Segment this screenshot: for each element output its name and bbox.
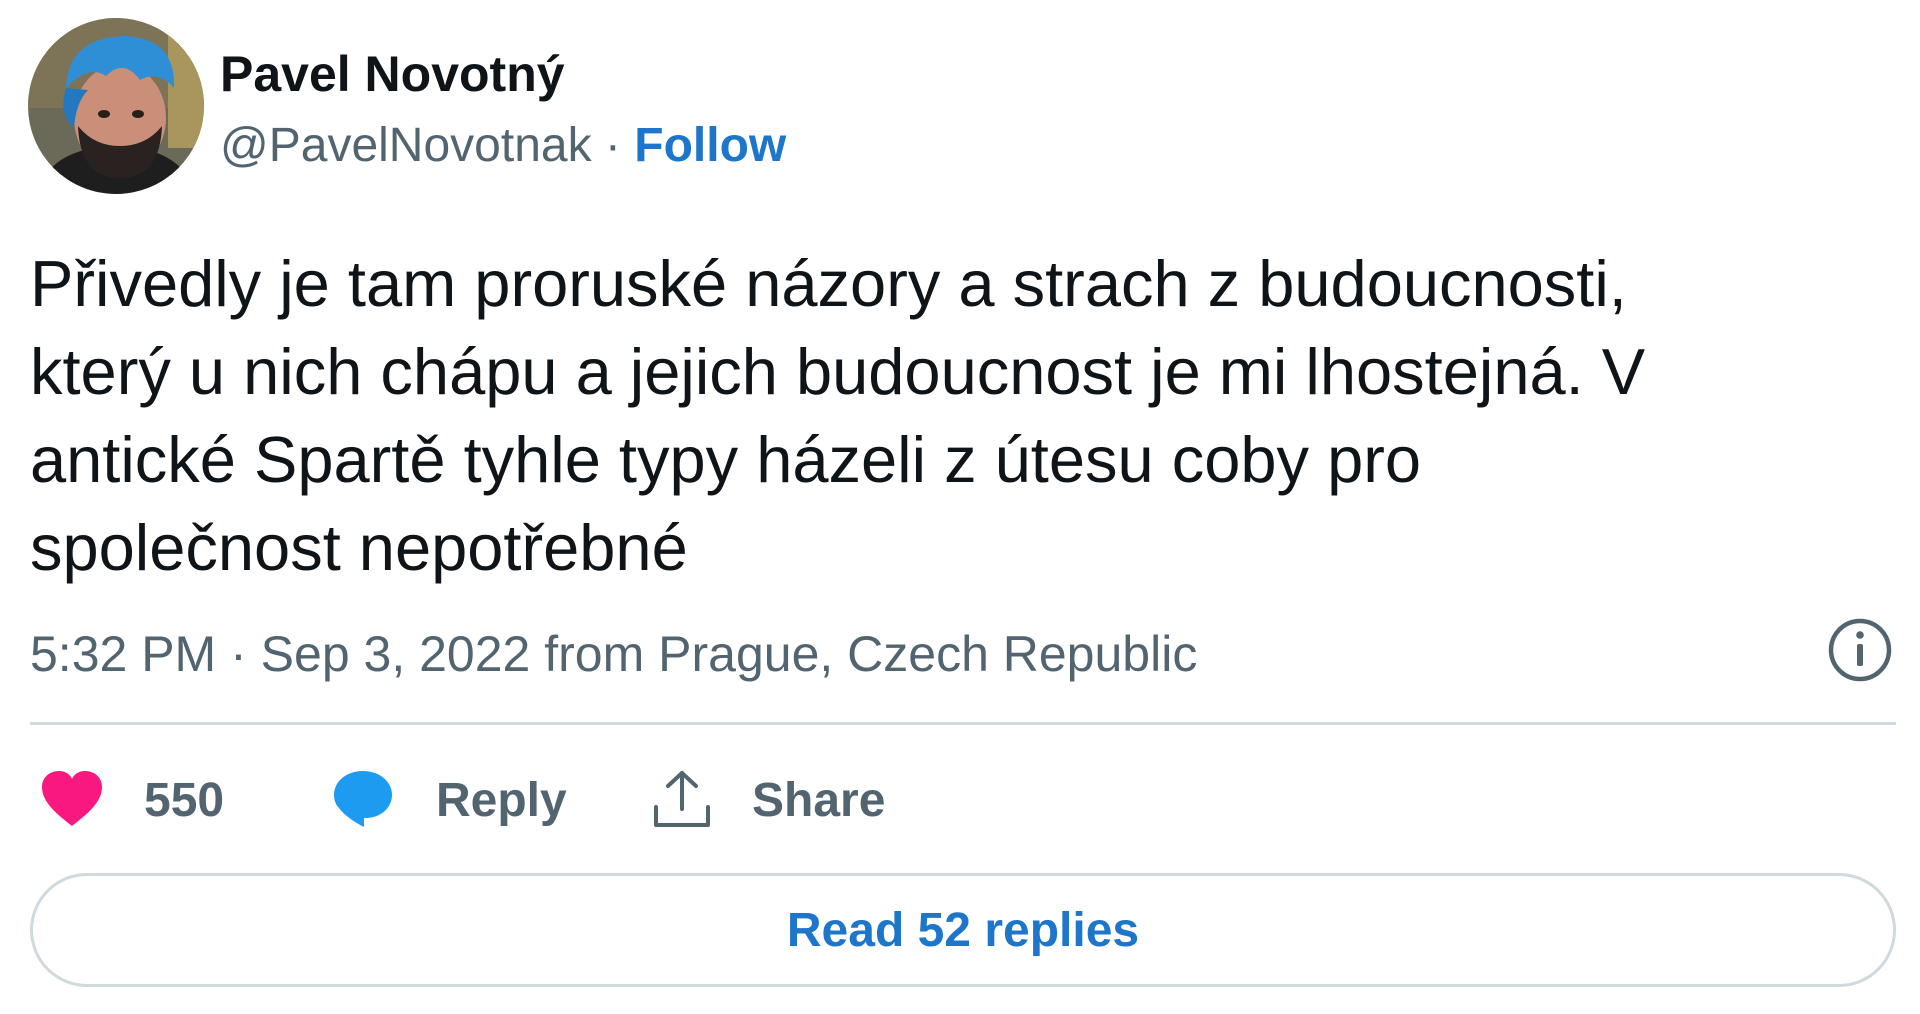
info-icon[interactable]	[1826, 616, 1894, 684]
share-upload-icon	[650, 767, 714, 836]
share-button[interactable]: Share	[650, 764, 885, 838]
meta-separator: ·	[216, 626, 261, 682]
follow-button[interactable]: Follow	[634, 119, 786, 172]
like-count: 550	[144, 774, 225, 827]
author-handle[interactable]: @PavelNovotnak	[220, 119, 592, 172]
tweet-meta: 5:32 PM · Sep 3, 2022 from Prague, Czech…	[30, 624, 1197, 684]
avatar-image	[28, 18, 204, 194]
speech-bubble-icon	[330, 768, 396, 835]
tweet-location[interactable]: Prague, Czech Republic	[658, 626, 1197, 682]
share-label: Share	[752, 774, 886, 827]
tweet-text: Přivedly je tam proruské názory a strach…	[30, 247, 1646, 584]
tweet-time[interactable]: 5:32 PM	[30, 626, 216, 682]
avatar[interactable]	[28, 18, 204, 194]
meta-from: from	[530, 626, 659, 682]
reply-label: Reply	[436, 774, 567, 827]
divider	[30, 722, 1896, 725]
author-name[interactable]: Pavel Novotný	[220, 44, 565, 104]
read-replies-button[interactable]: Read 52 replies	[30, 873, 1896, 987]
handle-separator: ·	[604, 119, 621, 172]
heart-icon	[40, 769, 104, 834]
reply-button[interactable]: Reply	[330, 764, 567, 838]
tweet-date[interactable]: Sep 3, 2022	[261, 626, 531, 682]
handle-row: @PavelNovotnak · Follow	[220, 116, 786, 176]
like-button[interactable]: 550	[40, 764, 224, 838]
tweet-card: Pavel Novotný @PavelNovotnak · Follow Př…	[0, 0, 1920, 1014]
